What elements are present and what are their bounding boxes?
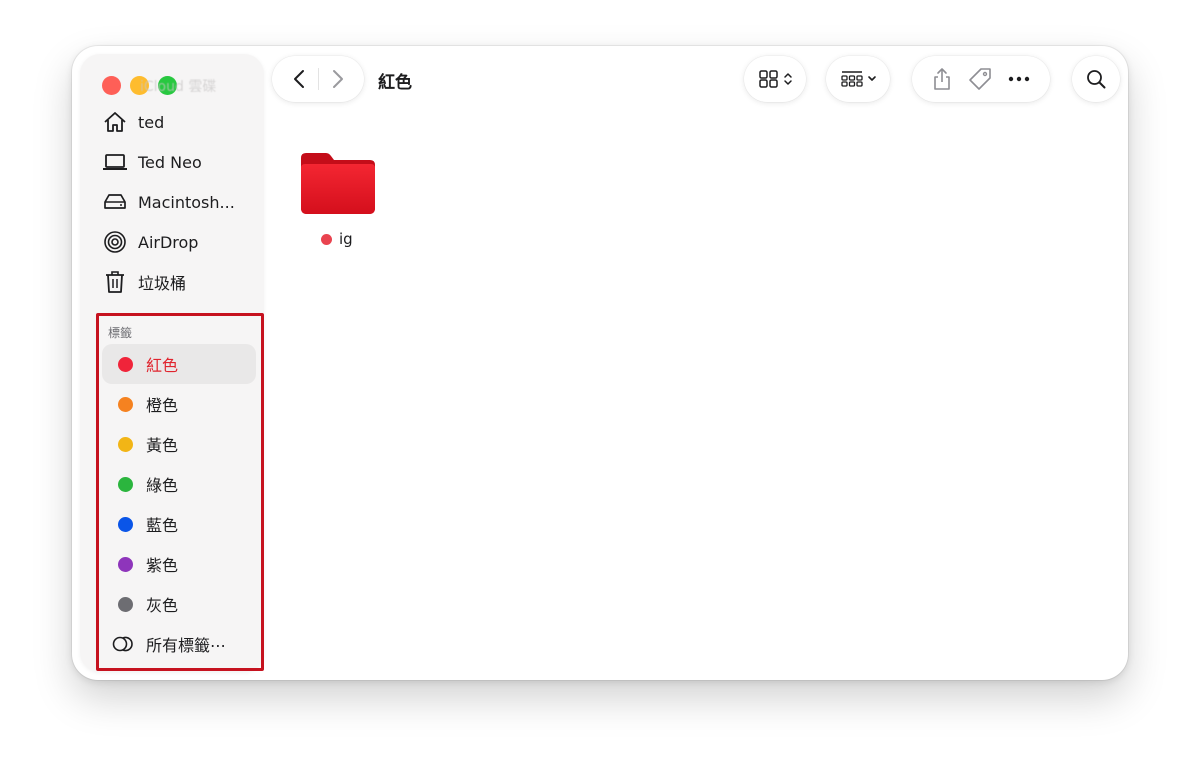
navigation-buttons <box>272 56 364 102</box>
sidebar: iCloud 雲碟 ted Ted Neo Macintosh... AirDr… <box>80 54 264 672</box>
tags-highlight-box <box>96 313 264 671</box>
airdrop-icon <box>102 229 128 255</box>
group-by-button[interactable] <box>826 56 890 102</box>
sidebar-item-trash[interactable]: 垃圾桶 <box>102 262 252 302</box>
close-window-button[interactable] <box>102 76 121 95</box>
tag-dot <box>321 233 332 245</box>
sidebar-item-label: Ted Neo <box>138 152 202 172</box>
disk-icon <box>102 189 128 215</box>
forward-button[interactable] <box>331 69 345 89</box>
chevron-down-icon <box>867 74 877 84</box>
updown-chevron-icon <box>783 71 793 87</box>
actions-toolbar <box>912 56 1050 102</box>
sidebar-faded-header: iCloud 雲碟 <box>140 79 217 95</box>
sidebar-item-macintosh[interactable]: Macintosh... <box>102 182 252 222</box>
sidebar-item-label: AirDrop <box>138 232 199 252</box>
back-button[interactable] <box>292 69 306 89</box>
sidebar-item-label: 垃圾桶 <box>138 274 187 293</box>
folder-name: ig <box>339 230 353 248</box>
laptop-icon <box>102 149 128 175</box>
sidebar-item-label: ted <box>138 112 165 132</box>
folder-label[interactable]: ig <box>321 230 353 248</box>
search-icon <box>1086 69 1106 89</box>
home-icon <box>102 109 128 135</box>
sidebar-item-airdrop[interactable]: AirDrop <box>102 222 252 262</box>
trash-icon <box>102 269 128 295</box>
nav-separator <box>317 68 319 90</box>
folder-icon <box>298 148 378 222</box>
share-button[interactable] <box>932 67 952 91</box>
more-actions-button[interactable] <box>1008 76 1030 82</box>
search-button[interactable] <box>1072 56 1120 102</box>
tag-button[interactable] <box>968 67 992 91</box>
group-icon <box>840 69 864 89</box>
window-title: 紅色 <box>378 73 412 93</box>
finder-window: iCloud 雲碟 ted Ted Neo Macintosh... AirDr… <box>72 46 1128 680</box>
view-mode-button[interactable] <box>744 56 806 102</box>
sidebar-item-label: Macintosh... <box>138 192 235 212</box>
sidebar-item-computer[interactable]: Ted Neo <box>102 142 252 182</box>
icon-view-icon <box>758 69 780 89</box>
folder-item-ig[interactable] <box>298 148 378 218</box>
sidebar-item-home[interactable]: ted <box>102 102 252 142</box>
